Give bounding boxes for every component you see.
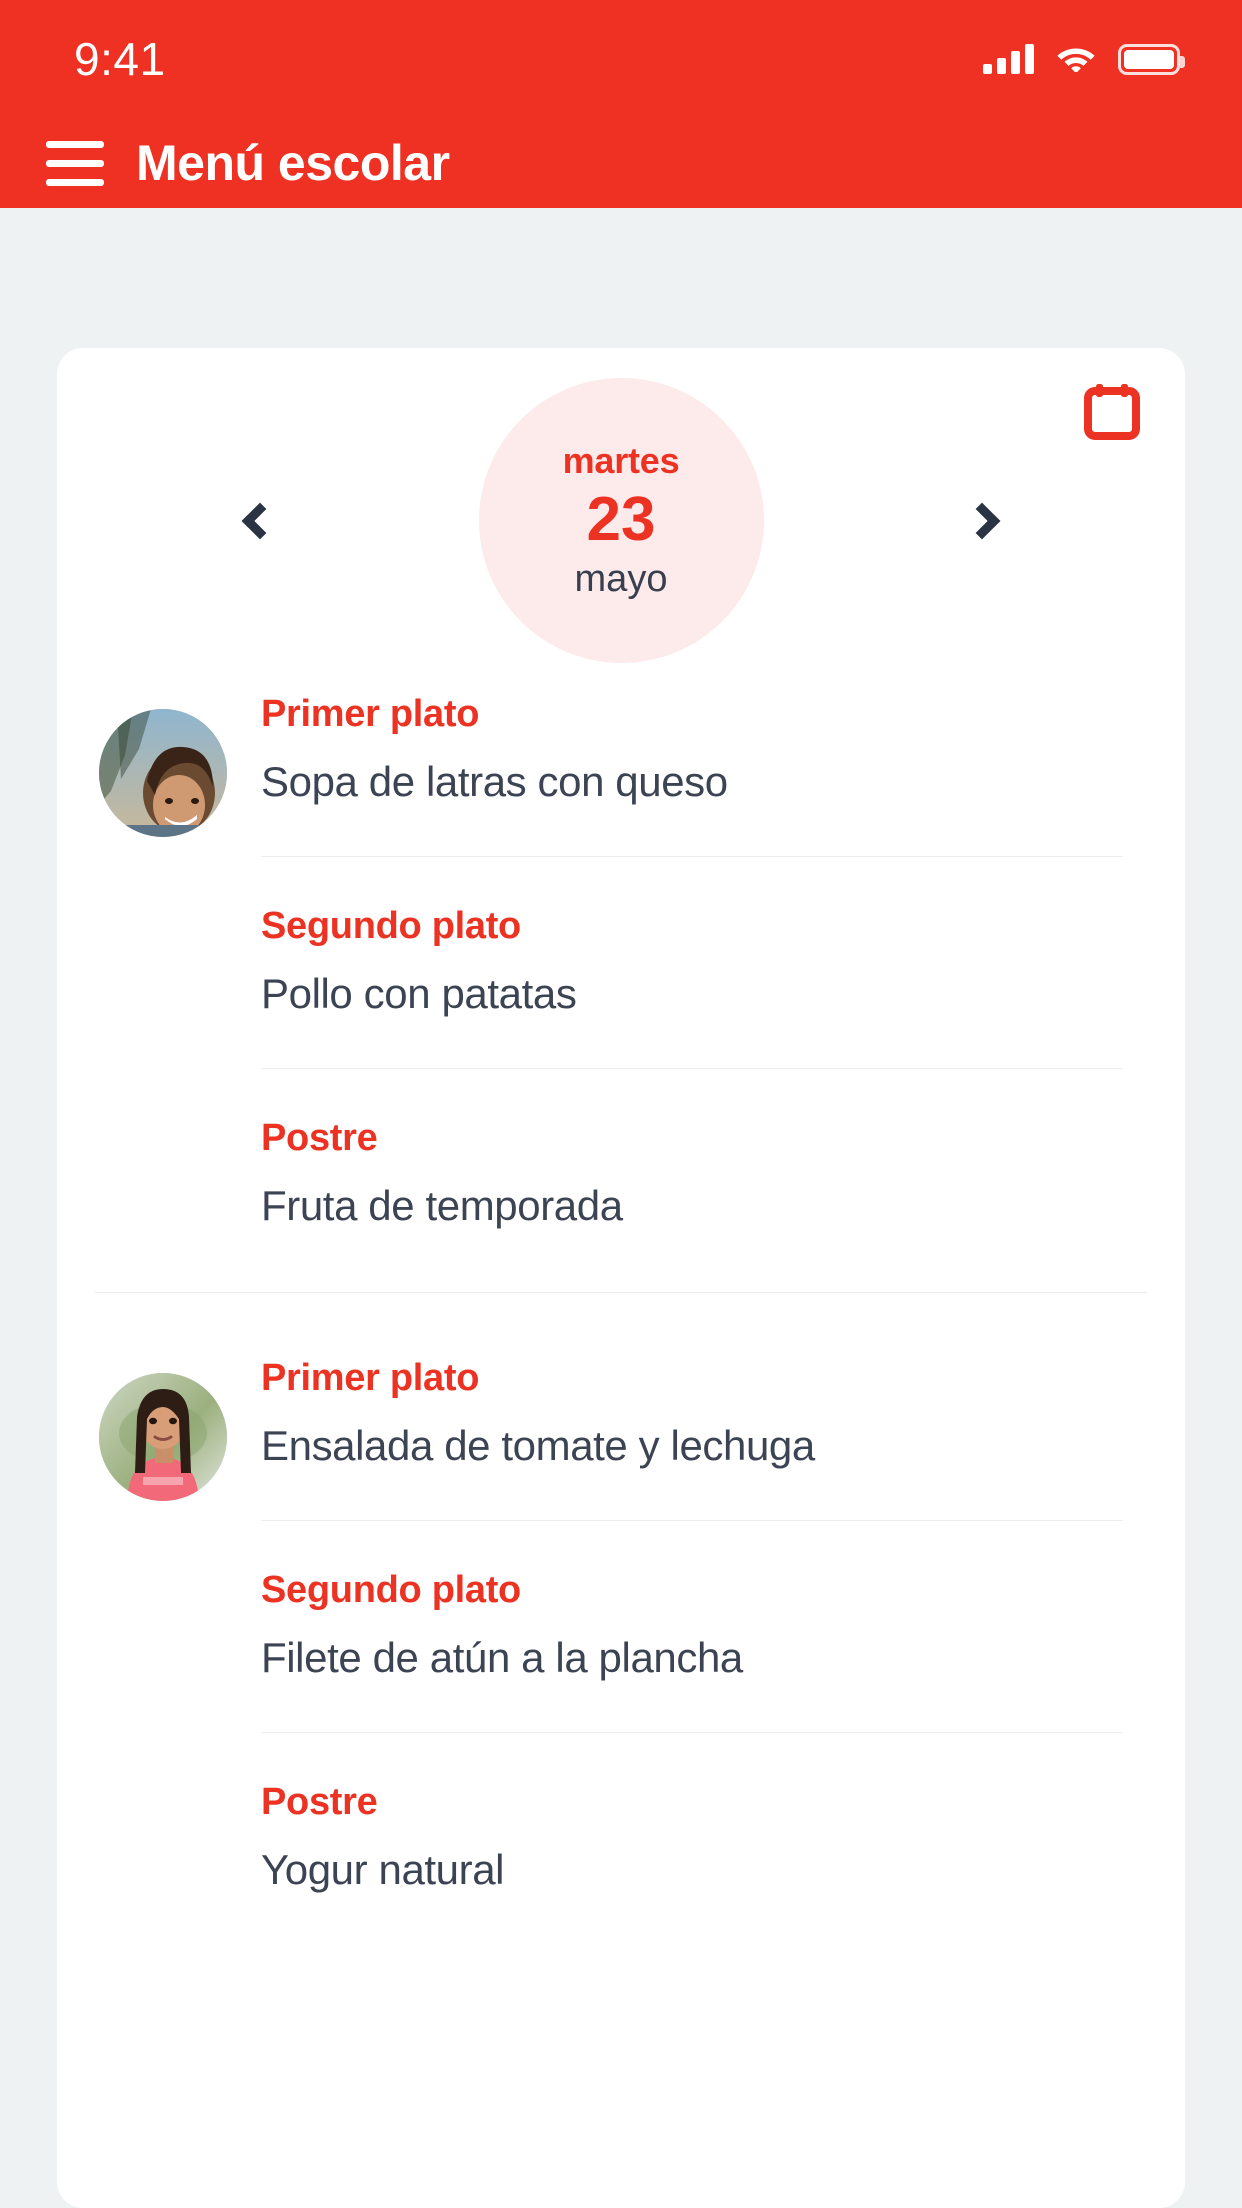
menu-block: Primer plato Sopa de latras con queso Se… — [57, 693, 1185, 1234]
dish-name: Filete de atún a la plancha — [261, 1634, 743, 1681]
status-bar-indicators — [983, 42, 1185, 77]
dish-label: Postre — [261, 1781, 378, 1823]
hamburger-menu-icon[interactable] — [46, 140, 104, 186]
dish-label: Postre — [261, 1117, 378, 1159]
prev-day-button[interactable] — [225, 490, 287, 552]
dish-list: Primer plato Ensalada de tomate y lechug… — [261, 1357, 1145, 1898]
dish-label: Primer plato — [261, 693, 480, 735]
dish-item: Segundo plato Filete de atún a la planch… — [261, 1520, 1123, 1732]
menu-block: Primer plato Ensalada de tomate y lechug… — [57, 1357, 1185, 1898]
dish-item: Postre Fruta de temporada — [261, 1068, 1123, 1234]
avatar-column — [65, 693, 261, 1234]
dish-name: Pollo con patatas — [261, 970, 577, 1017]
dish-item: Primer plato Ensalada de tomate y lechug… — [261, 1357, 1123, 1520]
app-bar: Menú escolar — [0, 118, 1242, 208]
date-selector: martes 23 mayo — [57, 348, 1185, 693]
dish-label: Primer plato — [261, 1357, 480, 1399]
dish-label: Segundo plato — [261, 1569, 521, 1611]
avatar[interactable] — [99, 709, 227, 837]
selected-date[interactable]: martes 23 mayo — [478, 378, 764, 663]
dish-label: Segundo plato — [261, 905, 521, 947]
avatar-column — [65, 1357, 261, 1898]
page-body: martes 23 mayo Primer plato Sopa de latr… — [0, 208, 1242, 2208]
status-bar: 9:41 — [0, 0, 1242, 118]
wifi-icon — [1056, 42, 1096, 77]
next-day-button[interactable] — [955, 490, 1017, 552]
menu-card: martes 23 mayo Primer plato Sopa de latr… — [57, 348, 1185, 2208]
dish-name: Fruta de temporada — [261, 1182, 623, 1229]
dish-name: Sopa de latras con queso — [261, 758, 728, 805]
battery-full-icon — [1118, 43, 1185, 75]
cellular-signal-icon — [983, 44, 1034, 74]
date-day: 23 — [586, 485, 656, 555]
status-bar-time: 9:41 — [74, 33, 166, 85]
date-weekday: martes — [562, 440, 680, 482]
dish-name: Ensalada de tomate y lechuga — [261, 1422, 815, 1469]
avatar[interactable] — [99, 1373, 227, 1501]
dish-item: Primer plato Sopa de latras con queso — [261, 693, 1123, 856]
dish-name: Yogur natural — [261, 1846, 505, 1893]
date-month: mayo — [574, 557, 668, 600]
dish-item: Segundo plato Pollo con patatas — [261, 856, 1123, 1068]
section-divider — [95, 1292, 1147, 1293]
dish-list: Primer plato Sopa de latras con queso Se… — [261, 693, 1145, 1234]
page-title: Menú escolar — [136, 135, 450, 191]
dish-item: Postre Yogur natural — [261, 1732, 1123, 1898]
